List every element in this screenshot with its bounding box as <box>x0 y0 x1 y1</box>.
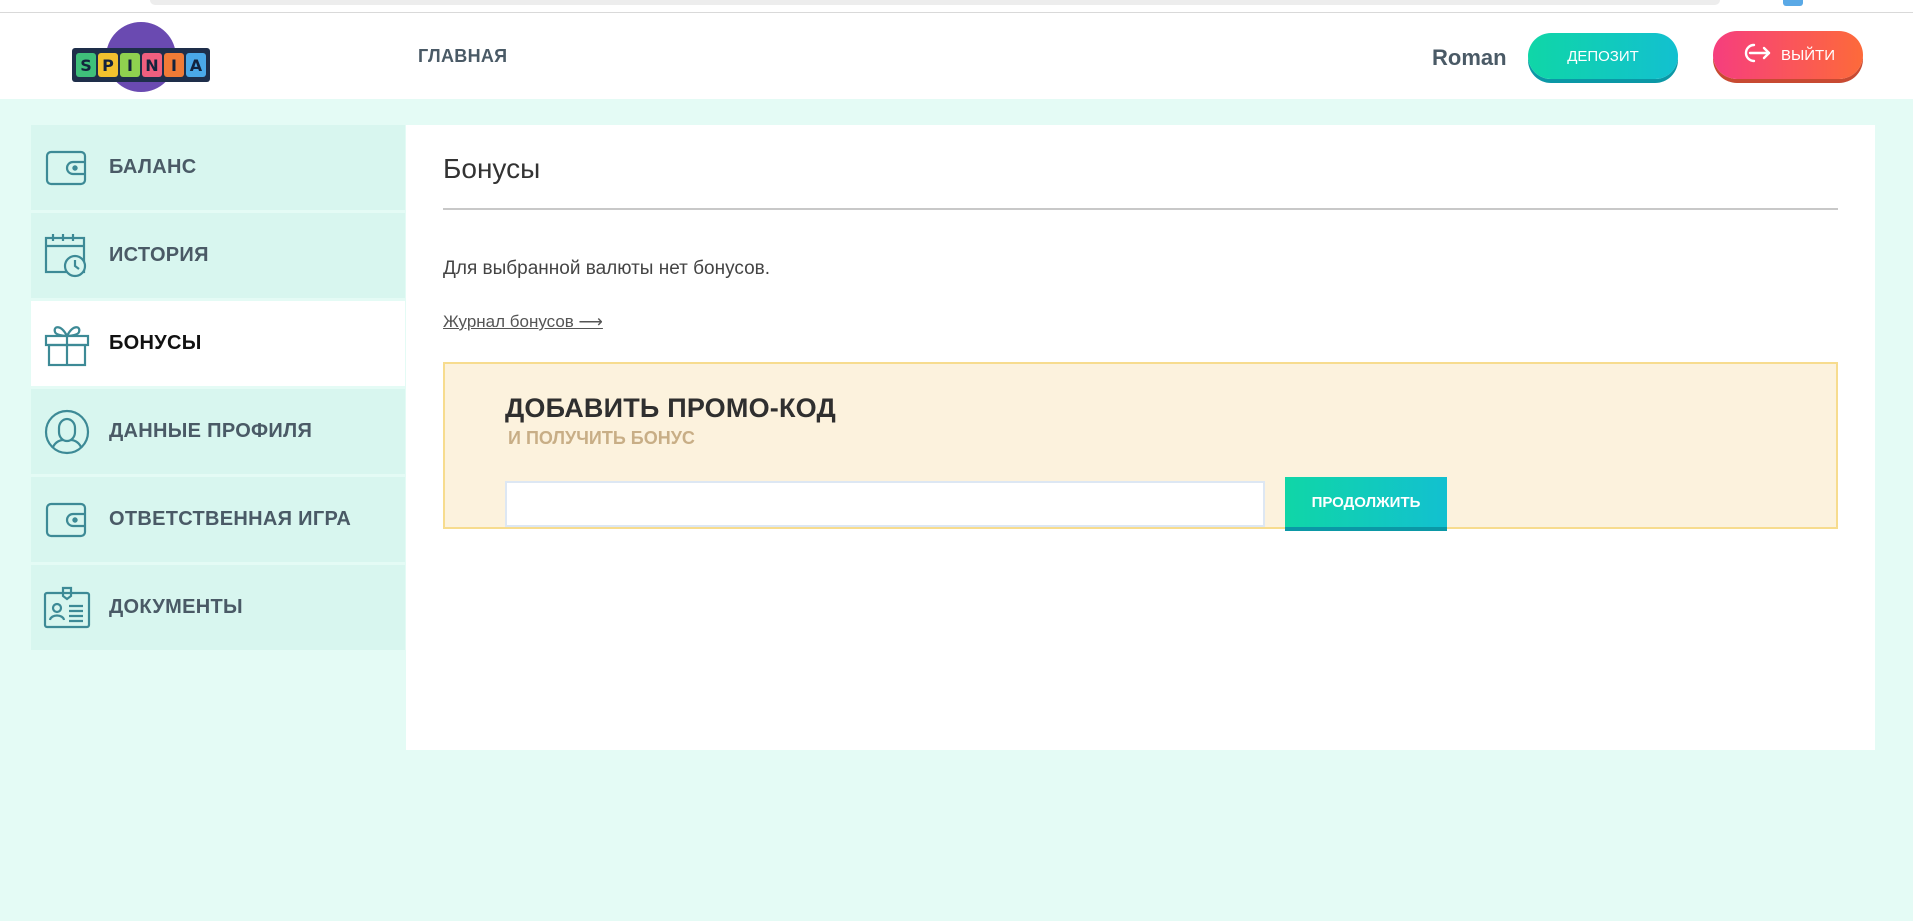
calendar-clock-icon <box>43 232 91 280</box>
logo-letter: A <box>186 53 206 77</box>
sidebar-item-documents[interactable]: ДОКУМЕНТЫ <box>31 565 405 650</box>
browser-extension-icon[interactable] <box>1783 0 1803 6</box>
bonuses-panel: Бонусы Для выбранной валюты нет бонусов.… <box>406 125 1875 750</box>
user-icon <box>43 408 91 456</box>
promo-code-input[interactable] <box>505 481 1265 527</box>
id-card-icon <box>43 584 91 632</box>
wallet-icon <box>43 144 91 192</box>
username: Roman <box>1432 45 1507 70</box>
continue-label: ПРОДОЛЖИТЬ <box>1311 493 1421 511</box>
sidebar-item-balance[interactable]: БАЛАНС <box>31 125 405 210</box>
nav-home-link[interactable]: ГЛАВНАЯ <box>418 46 507 67</box>
spinia-logo[interactable]: S P I N I A <box>72 22 210 92</box>
logout-label: ВЫЙТИ <box>1780 46 1835 64</box>
gift-icon <box>43 320 91 368</box>
promo-code-box: ДОБАВИТЬ ПРОМО-КОД И ПОЛУЧИТЬ БОНУС ПРОД… <box>443 362 1838 529</box>
title-divider <box>443 208 1838 210</box>
sidebar-item-responsible-gaming[interactable]: ОТВЕТСТВЕННАЯ ИГРА <box>31 477 405 562</box>
sidebar-item-label: ДАННЫЕ ПРОФИЛЯ <box>109 420 313 442</box>
promo-subtitle: И ПОЛУЧИТЬ БОНУС <box>508 428 695 448</box>
logout-button[interactable]: ВЫЙТИ <box>1713 31 1863 79</box>
deposit-button[interactable]: ДЕПОЗИТ <box>1528 33 1678 79</box>
sidebar-item-label: БАЛАНС <box>109 156 197 178</box>
continue-button[interactable]: ПРОДОЛЖИТЬ <box>1285 477 1447 527</box>
sidebar-item-history[interactable]: ИСТОРИЯ <box>31 213 405 298</box>
no-bonuses-message: Для выбранной валюты нет бонусов. <box>443 258 771 279</box>
address-bar-edge <box>150 0 1720 5</box>
logout-icon <box>1741 42 1771 68</box>
logo-letter: S <box>76 53 96 77</box>
account-sidebar: БАЛАНС ИСТОРИЯ БОНУСЫ ДАННЫЕ ПРОФИЛЯ ОТВ… <box>31 125 405 653</box>
wallet-icon <box>43 496 91 544</box>
logo-plate: S P I N I A <box>72 48 210 82</box>
sidebar-item-profile[interactable]: ДАННЫЕ ПРОФИЛЯ <box>31 389 405 474</box>
browser-top-strip <box>0 0 1913 13</box>
sidebar-item-label: БОНУСЫ <box>109 332 202 354</box>
logo-letter: N <box>142 53 162 77</box>
page-title: Бонусы <box>443 153 541 184</box>
logo-letter: I <box>120 53 140 77</box>
sidebar-item-label: ИСТОРИЯ <box>109 244 209 266</box>
sidebar-item-bonuses[interactable]: БОНУСЫ <box>31 301 405 386</box>
sidebar-item-label: ОТВЕТСТВЕННАЯ ИГРА <box>109 508 352 530</box>
site-header: S P I N I A ГЛАВНАЯ Roman ДЕПОЗИТ ВЫЙТИ <box>0 13 1913 99</box>
logo-letter: I <box>164 53 184 77</box>
promo-title: ДОБАВИТЬ ПРОМО-КОД <box>505 393 836 423</box>
bonus-journal-link[interactable]: Журнал бонусов ⟶ <box>443 312 603 332</box>
logo-letter: P <box>98 53 118 77</box>
sidebar-item-label: ДОКУМЕНТЫ <box>109 596 243 618</box>
deposit-label: ДЕПОЗИТ <box>1567 47 1639 65</box>
